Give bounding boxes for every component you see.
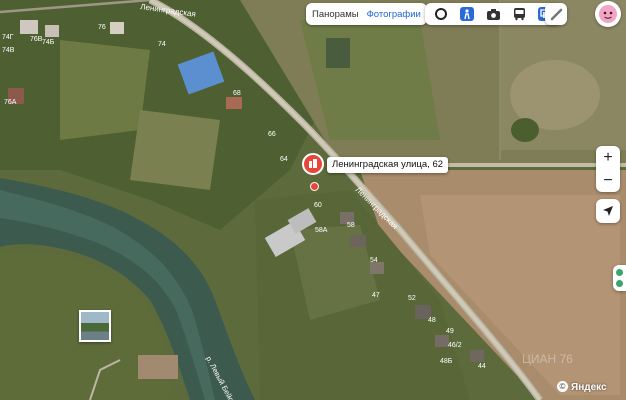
house-number: 60 <box>314 202 322 209</box>
house-number: 76 <box>98 24 106 31</box>
photo-thumbnail[interactable] <box>79 310 111 342</box>
house-number: 58 <box>347 222 355 229</box>
house-number: 68 <box>233 90 241 97</box>
house-number: 48 <box>428 317 436 324</box>
house-number: 52 <box>408 295 416 302</box>
badge-dot-icon <box>616 269 623 276</box>
brand-logo[interactable]: Яндекс <box>571 382 607 393</box>
house-number: 66 <box>268 131 276 138</box>
house-number: 76А <box>4 99 17 106</box>
location-point-icon <box>310 182 319 191</box>
camera-icon[interactable] <box>481 4 505 24</box>
house-number: 76В <box>30 36 43 43</box>
location-arrow-icon[interactable] <box>596 199 620 223</box>
traffic-layer-icon[interactable] <box>429 4 453 24</box>
location-pin-icon[interactable] <box>302 153 324 175</box>
panorama-man-icon[interactable] <box>455 4 479 24</box>
ruler-icon[interactable] <box>545 3 567 25</box>
house-number: 64 <box>280 156 288 163</box>
watermark: ЦИАН 76 <box>522 352 573 366</box>
house-number: 44 <box>478 363 486 370</box>
house-number: 74 <box>158 41 166 48</box>
bus-icon[interactable] <box>507 4 531 24</box>
copyright-icon[interactable]: © <box>557 381 568 392</box>
house-number: 48Б <box>440 358 453 365</box>
profile-avatar-icon[interactable] <box>595 1 621 27</box>
house-number: 74Г <box>2 34 14 41</box>
house-number: 49 <box>446 328 454 335</box>
house-number: 46/2 <box>448 342 462 349</box>
tab-photos[interactable]: Фотографии <box>367 9 421 20</box>
mode-tabs: Панорамы Фотографии <box>306 3 427 25</box>
house-number: 58А <box>315 227 328 234</box>
layer-buttons <box>425 3 561 25</box>
address-label[interactable]: Ленинградская улица, 62 <box>327 157 449 173</box>
zoom-out-button[interactable]: − <box>596 169 620 192</box>
house-number: 47 <box>372 292 380 299</box>
house-number: 74Б <box>42 39 55 46</box>
zoom-control: + − <box>596 146 620 192</box>
house-number: 74В <box>2 47 15 54</box>
house-number: 54 <box>370 257 378 264</box>
tab-panoramas[interactable]: Панорамы <box>312 9 359 20</box>
badge-dot-icon <box>616 280 623 287</box>
zoom-in-button[interactable]: + <box>596 146 620 169</box>
side-panel-toggle[interactable] <box>613 265 626 291</box>
